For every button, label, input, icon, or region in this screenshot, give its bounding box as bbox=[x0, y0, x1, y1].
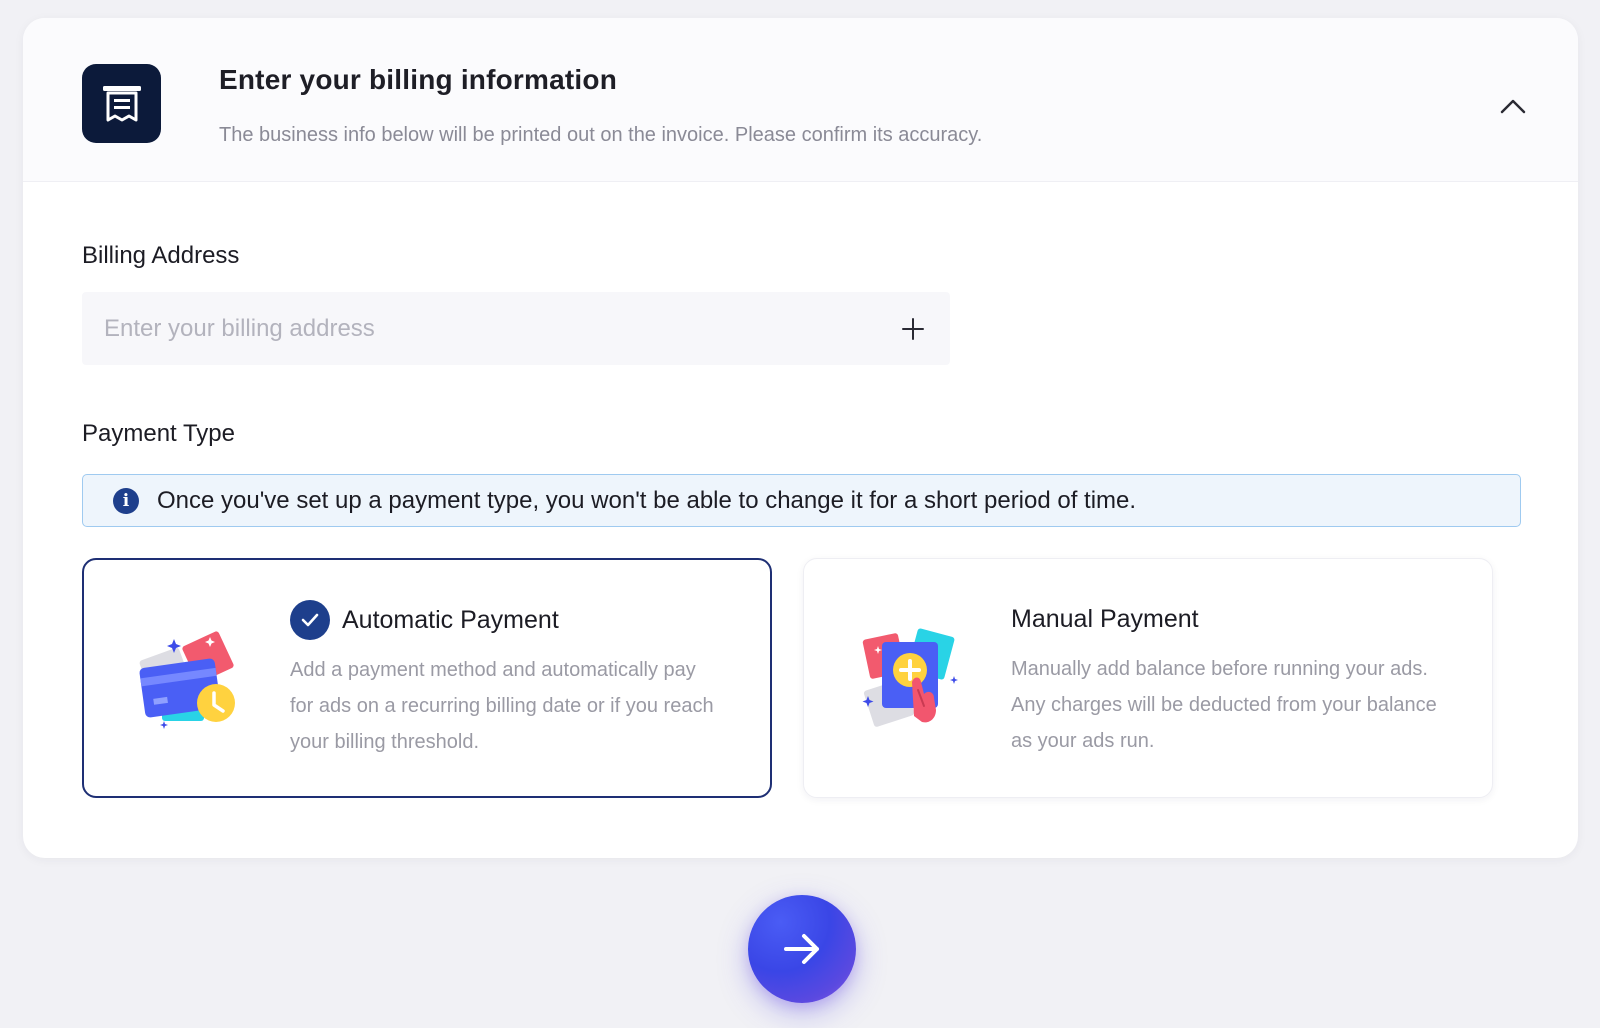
payment-type-label: Payment Type bbox=[82, 420, 235, 447]
add-balance-icon bbox=[862, 628, 958, 727]
billing-address-field bbox=[82, 292, 950, 365]
card-header: Enter your billing information The busin… bbox=[23, 18, 1578, 182]
automatic-payment-option[interactable]: Automatic Payment Add a payment method a… bbox=[82, 558, 772, 798]
manual-payment-description: Manually add balance before running your… bbox=[1011, 658, 1437, 752]
arrow-right-icon bbox=[784, 934, 819, 964]
next-button[interactable] bbox=[748, 895, 856, 1003]
check-icon bbox=[301, 613, 319, 627]
manual-payment-option[interactable]: Manual Payment Manually add balance befo… bbox=[803, 558, 1493, 798]
billing-address-input[interactable] bbox=[82, 292, 950, 365]
info-text: Once you've set up a payment type, you w… bbox=[157, 487, 1137, 514]
page-title: Enter your billing information bbox=[219, 64, 617, 95]
billing-address-label: Billing Address bbox=[82, 242, 240, 269]
add-address-button[interactable] bbox=[898, 314, 928, 344]
chevron-up-icon bbox=[1500, 99, 1526, 114]
billing-card: Enter your billing information The busin… bbox=[23, 18, 1578, 858]
info-banner: i Once you've set up a payment type, you… bbox=[82, 474, 1521, 527]
page-subtitle: The business info below will be printed … bbox=[219, 124, 983, 146]
credit-card-clock-icon bbox=[139, 631, 235, 729]
automatic-payment-title: Automatic Payment bbox=[342, 606, 559, 634]
selected-check-badge bbox=[290, 600, 330, 640]
plus-icon bbox=[902, 318, 924, 340]
manual-payment-title: Manual Payment bbox=[1011, 605, 1199, 633]
automatic-payment-description: Add a payment method and automatically p… bbox=[290, 659, 714, 753]
info-icon: i bbox=[113, 488, 139, 514]
invoice-icon bbox=[82, 64, 161, 143]
collapse-button[interactable] bbox=[1495, 88, 1531, 124]
